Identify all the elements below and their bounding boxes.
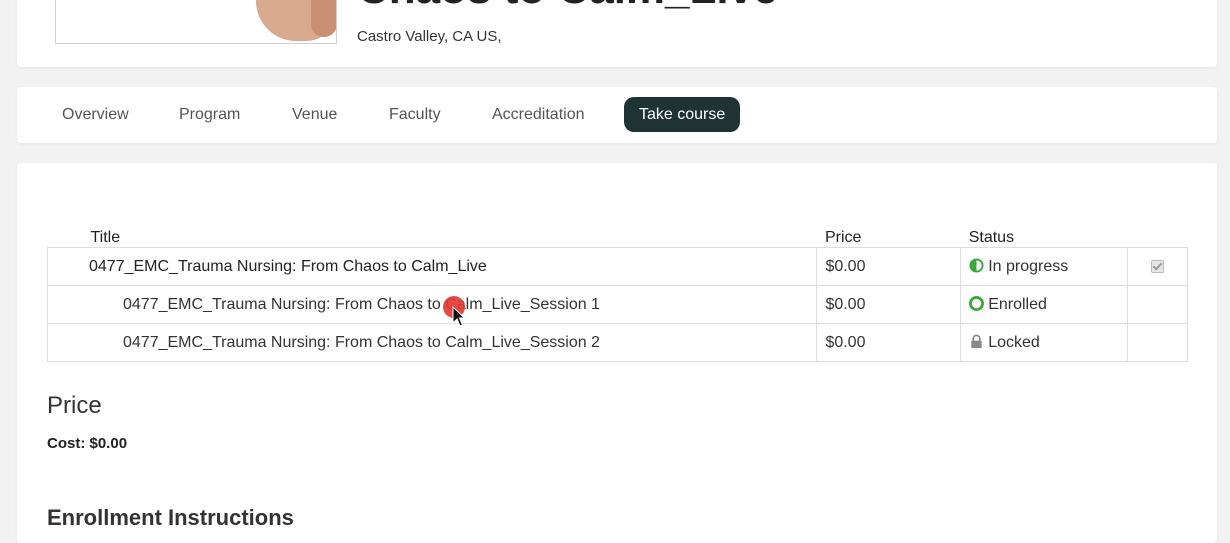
column-header-title: Title xyxy=(90,229,121,246)
column-header-price: Price xyxy=(824,229,862,246)
row-status: Locked xyxy=(960,323,1129,362)
cost-value: Cost: $0.00 xyxy=(47,435,128,452)
column-header-select xyxy=(1128,221,1188,248)
row-price: $0.00 xyxy=(816,285,962,324)
take-course-panel: Title Price Status 0477_EMC_Trauma Nursi… xyxy=(17,163,1217,543)
enrolled-circle-icon xyxy=(969,295,985,311)
tab-overview[interactable]: Overview xyxy=(47,97,144,132)
course-image-finger xyxy=(311,0,336,37)
tab-take-course[interactable]: Take course xyxy=(624,97,741,132)
row-select-cell xyxy=(1127,323,1188,362)
row-title[interactable]: 0477_EMC_Trauma Nursing: From Chaos to C… xyxy=(46,323,818,362)
row-price: $0.00 xyxy=(816,247,962,286)
lock-icon xyxy=(971,334,982,348)
table-row[interactable]: 0477_EMC_Trauma Nursing: From Chaos to C… xyxy=(46,247,1188,286)
row-status-label: Enrolled xyxy=(988,295,1047,313)
tab-faculty[interactable]: Faculty xyxy=(374,97,456,132)
tab-venue[interactable]: Venue xyxy=(277,97,352,132)
row-status: In progress xyxy=(960,247,1129,286)
row-status: Enrolled xyxy=(960,285,1129,324)
half-circle-icon xyxy=(969,257,984,273)
row-status-label: Locked xyxy=(988,333,1040,351)
row-status-label: In progress xyxy=(988,257,1069,275)
row-select-cell xyxy=(1127,247,1188,286)
course-tabs: Overview Program Venue Faculty Accredita… xyxy=(17,87,1217,143)
course-header: Chaos to Calm_Live Castro Valley, CA US, xyxy=(17,0,1217,67)
mouse-pointer-icon xyxy=(452,306,466,327)
table-header-row: Title Price Status xyxy=(48,221,1188,248)
enrollment-instructions-heading: Enrollment Instructions xyxy=(47,505,294,530)
row-title[interactable]: 0477_EMC_Trauma Nursing: From Chaos to C… xyxy=(46,285,818,324)
course-items-table: Title Price Status 0477_EMC_Trauma Nursi… xyxy=(46,221,1188,362)
course-image xyxy=(55,0,337,44)
row-checkbox[interactable] xyxy=(1151,259,1165,273)
row-select-cell xyxy=(1127,285,1188,324)
tab-program[interactable]: Program xyxy=(164,97,255,132)
price-heading: Price xyxy=(47,392,102,419)
course-location: Castro Valley, CA US, xyxy=(357,28,502,45)
table-row[interactable]: 0477_EMC_Trauma Nursing: From Chaos to C… xyxy=(46,323,1188,362)
row-price: $0.00 xyxy=(816,323,962,362)
row-title[interactable]: 0477_EMC_Trauma Nursing: From Chaos to C… xyxy=(46,247,818,286)
tab-accreditation[interactable]: Accreditation xyxy=(477,97,600,132)
column-header-status: Status xyxy=(968,229,1015,246)
course-title: Chaos to Calm_Live xyxy=(357,0,778,14)
table-row[interactable]: 0477_EMC_Trauma Nursing: From Chaos to C… xyxy=(46,285,1188,324)
